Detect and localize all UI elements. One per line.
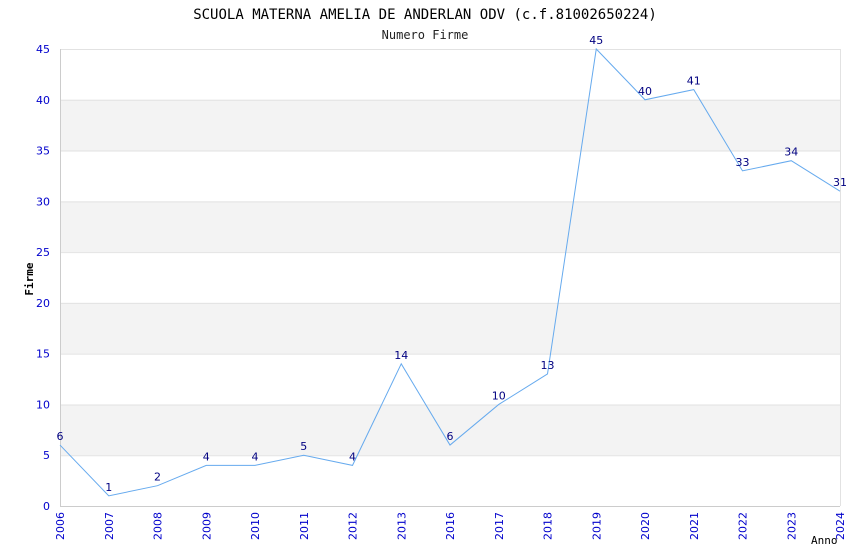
x-tick-label: 2006: [54, 512, 67, 540]
x-tick-labels: 2006 2007 2008 2009 2010 2011 2012 2013 2016 2017…: [54, 512, 847, 540]
chart-svg: 051015202530354045 2006 2007 2008 2009 2010 2…: [23, 7, 847, 547]
data-label: 4: [252, 450, 259, 463]
chart-title: SCUOLA MATERNA AMELIA DE ANDERLAN ODV (c…: [193, 7, 657, 23]
x-tick-label: 2016: [444, 512, 457, 540]
data-label: 40: [638, 85, 652, 98]
data-label: 6: [57, 430, 64, 443]
grid-band: [60, 302, 840, 354]
y-tick-label: 30: [36, 195, 50, 208]
x-tick-label: 2011: [298, 512, 311, 540]
x-tick-label: 2017: [493, 512, 506, 540]
chart-subtitle: Numero Firme: [382, 28, 469, 42]
data-label: 41: [687, 75, 701, 88]
x-tick-label: 2009: [200, 512, 213, 540]
y-tick-labels: 0 5 10 15 20 25 30 35 40 45: [36, 43, 50, 513]
x-tick-label: 2008: [152, 512, 165, 540]
x-tick-label: 2007: [103, 512, 116, 540]
data-label: 6: [447, 430, 454, 443]
x-tick-label: 2012: [347, 512, 360, 540]
y-tick-label: 5: [43, 449, 50, 462]
data-label: 4: [349, 450, 356, 463]
x-tick-label: 2020: [639, 512, 652, 540]
x-tick-label: 2021: [688, 512, 701, 540]
data-label: 10: [492, 389, 506, 402]
y-tick-label: 0: [43, 500, 50, 513]
x-axis-label: Anno: [811, 534, 838, 547]
x-tick-label: 2019: [590, 512, 603, 540]
x-tick-label: 2022: [737, 512, 750, 540]
y-tick-label: 45: [36, 43, 50, 56]
data-label: 45: [589, 34, 603, 47]
data-label: 5: [300, 440, 307, 453]
data-label: 4: [203, 450, 210, 463]
grid-band: [60, 99, 840, 151]
y-tick-label: 25: [36, 246, 50, 259]
data-label: 1: [105, 481, 112, 494]
line-chart: 0 5 10 15 20 25 30 35 40 45 2006 2007 2008 2009 2010 2…: [0, 0, 850, 550]
data-label: 34: [784, 146, 798, 159]
grid-band: [60, 201, 840, 253]
x-tick-label: 2010: [249, 512, 262, 540]
data-label: 13: [541, 359, 555, 372]
data-label: 14: [394, 349, 408, 362]
data-label: 31: [833, 176, 847, 189]
grid-bands: [60, 99, 840, 456]
data-label: 33: [736, 156, 750, 169]
y-tick-label: 20: [36, 297, 50, 310]
y-axis-label: Firme: [23, 262, 36, 295]
y-tick-label: 35: [36, 145, 50, 158]
data-label: 2: [154, 471, 161, 484]
x-tick-label: 2023: [785, 512, 798, 540]
x-tick-label: 2018: [542, 512, 555, 540]
x-tick-label: 2013: [395, 512, 408, 540]
y-tick-label: 10: [36, 398, 50, 411]
y-tick-label: 40: [36, 94, 50, 107]
y-tick-label: 15: [36, 348, 50, 361]
